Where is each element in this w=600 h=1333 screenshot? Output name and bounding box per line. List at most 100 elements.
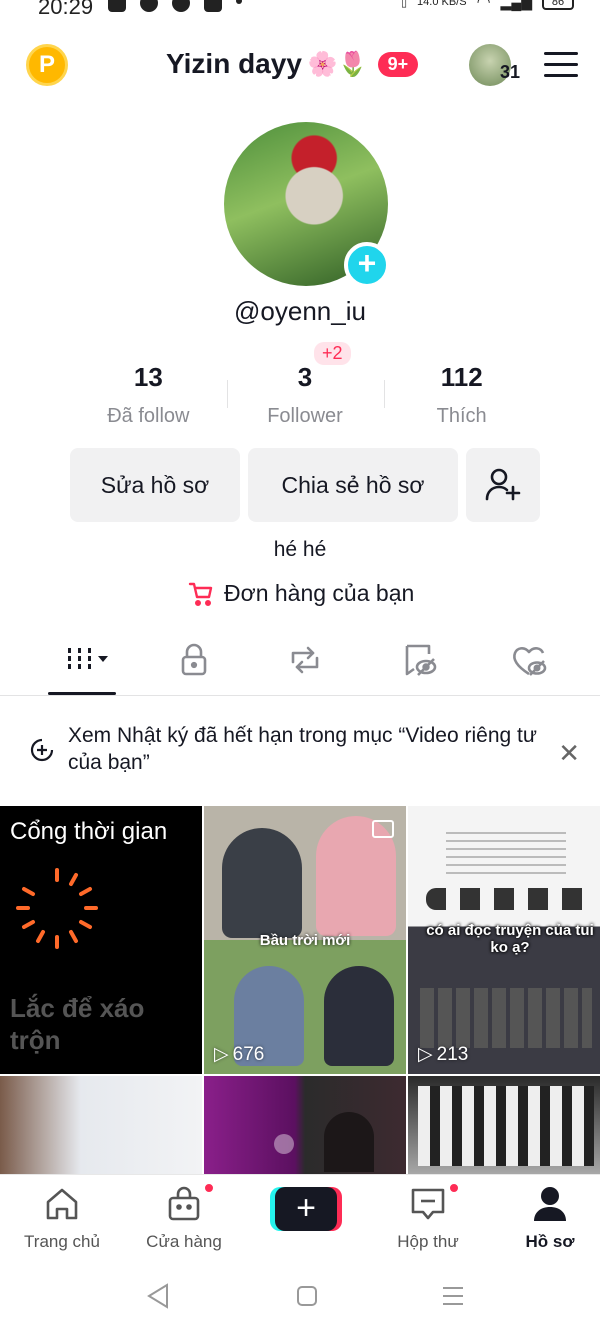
nav-shop-label: Cửa hàng xyxy=(146,1232,222,1251)
lock-icon xyxy=(181,643,207,676)
view-count: ▷ 213 xyxy=(418,1043,468,1066)
recents-icon[interactable] xyxy=(440,1284,466,1308)
home-icon xyxy=(46,1188,78,1220)
notification-badge: 9+ xyxy=(377,51,419,77)
share-profile-button[interactable]: Chia sẻ hồ sơ xyxy=(248,448,458,522)
edit-profile-button[interactable]: Sửa hồ sơ xyxy=(70,448,240,522)
close-icon[interactable]: ✕ xyxy=(558,738,580,769)
time-portal-tile[interactable]: Cổng thời gian Lắc để xáo trộn xyxy=(0,806,202,1074)
bookmark-hidden-icon xyxy=(405,644,437,676)
stat-divider xyxy=(384,380,385,408)
create-button[interactable]: + xyxy=(270,1187,342,1231)
app-notification-icon xyxy=(172,0,190,12)
bio-text: hé hé xyxy=(273,538,327,561)
share-icon xyxy=(274,1134,294,1154)
coin-icon[interactable]: P xyxy=(26,44,68,86)
video-thumbnail[interactable] xyxy=(408,1076,600,1176)
heart-hidden-icon xyxy=(513,647,547,676)
title-emoji: 🌸🌷 xyxy=(307,50,368,78)
username: @oyenn_iu xyxy=(234,296,366,326)
inbox-notification-dot xyxy=(448,1182,460,1194)
thumbnail-icon-row xyxy=(426,888,596,910)
net-speed: 14.0 KB/S xyxy=(417,0,467,8)
nav-inbox-label: Hộp thư xyxy=(397,1232,459,1251)
likes-label: Thích xyxy=(436,405,487,427)
view-count-value: 676 xyxy=(232,1043,265,1065)
shopping-bag-icon xyxy=(168,1186,200,1221)
play-icon: ▷ xyxy=(418,1044,433,1065)
messenger-icon xyxy=(140,0,158,12)
add-user-icon xyxy=(485,468,521,501)
thumbnail-keyboard xyxy=(420,988,592,1048)
following-count: 13 xyxy=(133,362,163,392)
nav-shop[interactable]: Cửa hàng xyxy=(124,1185,244,1252)
profile-actions: Sửa hồ sơ Chia sẻ hồ sơ xyxy=(70,448,540,522)
tab-private[interactable] xyxy=(164,640,224,696)
cart-icon xyxy=(188,582,213,606)
view-count-value: 213 xyxy=(436,1043,469,1065)
followers-count: 3 xyxy=(297,362,313,392)
followers-stat[interactable]: 3 Follower xyxy=(227,362,384,428)
nav-inbox[interactable]: Hộp thư xyxy=(368,1185,488,1252)
sparkle-clock-icon xyxy=(30,738,54,762)
tab-favorites[interactable] xyxy=(389,640,449,696)
notice-text: Xem Nhật ký đã hết hạn trong mục “Video … xyxy=(68,724,537,774)
tab-videos[interactable] xyxy=(56,640,116,696)
video-thumbnail[interactable]: Bầu trời mới ▷ 676 xyxy=(204,806,406,1074)
video-caption: có ai đọc truyện của tui ko ạ? xyxy=(426,922,594,956)
play-icon: ▷ xyxy=(214,1044,229,1065)
app-notification-icon xyxy=(204,0,222,12)
wifi-icon: ◠ xyxy=(476,0,491,11)
add-story-icon[interactable]: + xyxy=(344,242,390,288)
home-button-icon[interactable] xyxy=(295,1284,319,1308)
account-name: Yizin dayy xyxy=(166,48,302,79)
status-app-icons xyxy=(108,0,242,12)
following-label: Đã follow xyxy=(107,405,190,427)
nav-home[interactable]: Trang chủ xyxy=(2,1185,122,1252)
thumbnail-person xyxy=(324,1112,374,1172)
video-thumbnail[interactable] xyxy=(0,1076,202,1176)
photo-mode-icon xyxy=(372,820,394,838)
portal-subtitle: Lắc để xáo trộn xyxy=(10,993,145,1055)
profile-stats: 13 Đã follow 3 Follower 112 Thích xyxy=(70,362,540,428)
orders-link[interactable]: Đơn hàng của bạn xyxy=(188,580,414,607)
grid-icon xyxy=(68,648,108,669)
plus-icon: + xyxy=(275,1187,337,1231)
content-tabs xyxy=(0,640,600,696)
friends-count: 31 xyxy=(500,62,521,82)
more-dot-icon xyxy=(236,0,242,4)
loading-spinner-icon xyxy=(16,868,98,949)
profile-icon xyxy=(534,1187,566,1221)
add-friend-button[interactable] xyxy=(466,448,540,522)
thumbnail-text-block xyxy=(446,832,566,880)
battery-icon: 86 xyxy=(542,0,574,10)
nav-profile[interactable]: Hồ sơ xyxy=(490,1185,600,1252)
tab-liked[interactable] xyxy=(499,640,559,696)
thumbnail-person xyxy=(222,828,302,938)
nav-profile-label: Hồ sơ xyxy=(525,1232,575,1251)
signal-icon: ▂▄▆ xyxy=(500,0,532,10)
active-tab-indicator xyxy=(48,692,116,695)
status-time: 20:29 xyxy=(38,0,94,19)
system-nav-bar xyxy=(0,1268,600,1333)
video-thumbnail[interactable]: có ai đọc truyện của tui ko ạ? ▷ 213 xyxy=(408,806,600,1074)
vibrate-icon: ▯ xyxy=(400,0,408,9)
video-caption: Bầu trời mới xyxy=(259,932,351,949)
nav-home-label: Trang chủ xyxy=(24,1232,100,1251)
video-thumbnail[interactable] xyxy=(204,1076,406,1176)
back-icon[interactable] xyxy=(145,1282,171,1310)
tab-reposts[interactable] xyxy=(275,640,335,696)
thumbnail-person xyxy=(324,966,394,1066)
status-right: ▯ 14.0 KB/S ◠ ▂▄▆ 86 xyxy=(401,0,574,12)
shop-notification-dot xyxy=(203,1182,215,1194)
account-switcher[interactable]: Yizin dayy 🌸🌷 9+ xyxy=(166,48,419,80)
following-stat[interactable]: 13 Đã follow xyxy=(70,362,227,428)
likes-stat[interactable]: 112 Thích xyxy=(383,362,540,428)
portal-title: Cổng thời gian xyxy=(10,818,168,845)
stat-divider xyxy=(227,380,228,408)
followers-label: Follower xyxy=(267,405,343,427)
inbox-icon xyxy=(411,1188,445,1220)
menu-icon[interactable] xyxy=(544,52,578,80)
thumbnail-wall xyxy=(418,1086,594,1166)
view-count: ▷ 676 xyxy=(214,1043,264,1066)
